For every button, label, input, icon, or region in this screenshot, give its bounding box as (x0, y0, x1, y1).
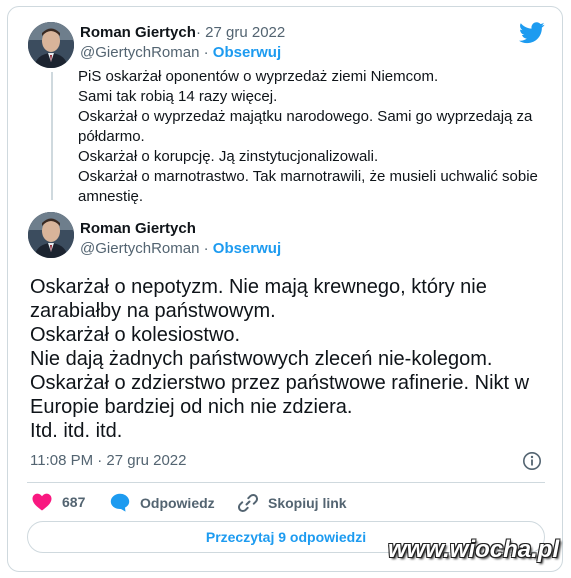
handle-row: @GiertychRoman · Obserwuj (80, 44, 281, 61)
avatar[interactable] (28, 212, 74, 258)
tweet-line: Oskarżał o marnotrastwo. Tak marnotrawil… (78, 168, 538, 185)
tweet-line: PiS oskarżał oponentów o wyprzedaż ziemi… (78, 68, 439, 85)
reply-label: Odpowiedz (140, 494, 215, 511)
tweet-timestamp[interactable]: 11:08 PM · 27 gru 2022 (30, 452, 187, 469)
tweet-line: amnestię. (78, 188, 144, 205)
tweet-line: półdarmo. (78, 128, 145, 145)
tweet-date-row: · 27 gru 2022 (196, 24, 285, 41)
tweet-line: Oskarżał o kolesiostwo. (30, 324, 241, 346)
main-tweet-text: Oskarżał o nepotyzm. Nie mają krewnego, … (30, 275, 550, 443)
info-icon[interactable] (522, 451, 542, 476)
copy-link-label: Skopiuj link (268, 495, 347, 511)
tweet-line: Oskarżał o zdzierstwo przez państwowe ra… (30, 372, 530, 394)
site-watermark: www.wiocha.pl (388, 536, 560, 563)
author-name[interactable]: Roman Giertych (80, 24, 196, 41)
separator: · (203, 44, 209, 61)
tweet-line: zarabiałby na państwowym. (30, 300, 276, 322)
tweet-line: Nie dają żadnych państwowych zleceń nie-… (30, 348, 493, 370)
tweet-line: Oskarżał o korupcję. Ją zinstytucjonaliz… (78, 148, 379, 165)
tweet-line: Itd. itd. itd. (30, 420, 123, 442)
tweet-line: Oskarżał o nepotyzm. Nie mają krewnego, … (30, 276, 487, 298)
copy-link-button[interactable]: Skopiuj link (238, 493, 347, 513)
tweet-line: Sami tak robią 14 razy więcej. (78, 88, 278, 105)
speech-bubble-icon (110, 493, 130, 512)
author-handle[interactable]: @GiertychRoman (80, 240, 199, 257)
like-count: 687 (62, 494, 86, 510)
author-name[interactable]: Roman Giertych (80, 220, 196, 237)
read-replies-label: Przeczytaj 9 odpowiedzi (205, 529, 367, 545)
follow-button[interactable]: Obserwuj (213, 240, 281, 257)
link-icon (238, 493, 258, 513)
separator: · (196, 24, 201, 41)
tweet-date[interactable]: 27 gru 2022 (205, 24, 285, 41)
twitter-bird-icon[interactable] (519, 22, 545, 49)
handle-row: @GiertychRoman · Obserwuj (80, 240, 281, 257)
reply-button[interactable]: Odpowiedz (110, 493, 215, 512)
tweet-line: Oskarżał o wyprzedaż majątku narodowego.… (78, 108, 533, 125)
thread-connector-line (51, 72, 53, 200)
like-button[interactable]: 687 (32, 493, 85, 511)
tweet-line: Europie bardziej od nich nie zdziera. (30, 396, 353, 418)
author-handle[interactable]: @GiertychRoman (80, 44, 199, 61)
heart-icon (32, 493, 52, 511)
avatar[interactable] (28, 22, 74, 68)
divider (27, 482, 545, 483)
follow-button[interactable]: Obserwuj (213, 44, 281, 61)
separator: · (203, 240, 209, 257)
quoted-tweet-text: PiS oskarżał oponentów o wyprzedaż ziemi… (78, 67, 538, 207)
